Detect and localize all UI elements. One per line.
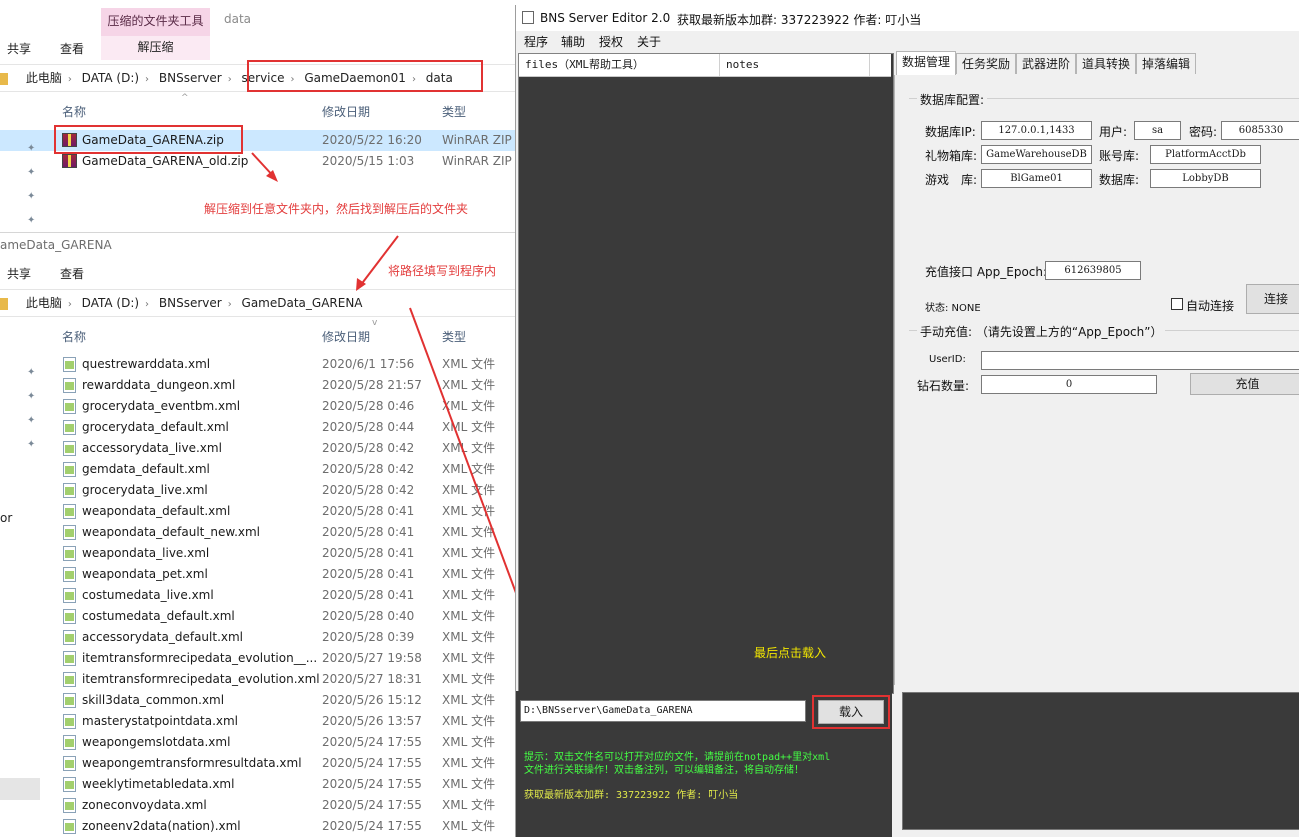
tab-drop-edit[interactable]: 掉落编辑 <box>1136 53 1197 74</box>
manual-recharge-label: 手动充值: （请先设置上方的“App_Epoch”） <box>917 323 1166 340</box>
app-icon <box>522 11 534 24</box>
db-ip-input[interactable]: 127.0.0.1,1433 <box>981 121 1092 140</box>
db-group-label: 数据库配置: <box>917 91 988 108</box>
tab-bar: 数据管理 任务奖励 武器进阶 道具转换 掉落编辑 <box>894 51 1299 75</box>
annotation-load: 最后点击载入 <box>754 646 827 660</box>
arrow-line <box>359 235 399 287</box>
game-db-input[interactable]: BlGame01 <box>981 169 1092 188</box>
list-header: files（XML帮助工具） notes <box>519 54 891 77</box>
menu-about[interactable]: 关于 <box>637 33 661 50</box>
file-list-panel[interactable]: files（XML帮助工具） notes <box>518 53 894 694</box>
game-db-label: 游戏 库: <box>925 173 978 187</box>
diamond-input[interactable]: 0 <box>981 375 1157 394</box>
db-password-label: 密码: <box>1189 125 1218 139</box>
userid-label: UserID: <box>929 354 966 365</box>
window-title-info: 获取最新版本加群: 337223922 作者: 叮小当 <box>677 13 922 27</box>
recharge-button[interactable]: 充值 <box>1190 373 1299 395</box>
tab-item-transform[interactable]: 道具转换 <box>1076 53 1137 74</box>
db-ip-label: 数据库IP: <box>925 125 976 139</box>
menu-program[interactable]: 程序 <box>524 33 548 50</box>
gift-db-input[interactable]: GameWarehouseDB <box>981 145 1092 164</box>
tab-data-management[interactable]: 数据管理 <box>896 51 957 75</box>
diamond-label: 钻石数量: <box>917 379 970 393</box>
path-input[interactable]: D:\BNSserver\GameData_GARENA <box>520 700 806 722</box>
tips-line-2: 文件进行关联操作！双击备注列，可以编辑备注，将自动存储！ <box>524 765 804 776</box>
tab-weapon-upgrade[interactable]: 武器进阶 <box>1016 53 1077 74</box>
title-bar[interactable]: BNS Server Editor 2.0 获取最新版本加群: 33722392… <box>516 5 1299 31</box>
db-password-input[interactable]: 6085330 <box>1221 121 1299 140</box>
app-epoch-input[interactable]: 612639805 <box>1045 261 1141 280</box>
menu-assist[interactable]: 辅助 <box>561 33 585 50</box>
db-user-input[interactable]: sa <box>1134 121 1181 140</box>
auto-connect-checkbox[interactable] <box>1171 298 1183 310</box>
auto-connect-label[interactable]: 自动连接 <box>1186 297 1234 314</box>
recharge-api-label: 充值接口 App_Epoch: <box>925 265 1048 279</box>
arrow-head <box>266 170 278 182</box>
account-db-label: 账号库: <box>1099 149 1140 163</box>
highlight-load-box <box>812 695 890 729</box>
data-management-panel: 数据库配置: 数据库IP: 127.0.0.1,1433 用户: sa 密码: … <box>894 75 1299 685</box>
column-notes[interactable]: notes <box>726 54 759 76</box>
db-user-label: 用户: <box>1099 125 1128 139</box>
bns-editor-window: BNS Server Editor 2.0 获取最新版本加群: 33722392… <box>515 5 1299 837</box>
column-files[interactable]: files（XML帮助工具） <box>525 54 644 76</box>
lobby-db-label: 数据库: <box>1099 173 1140 187</box>
gift-db-label: 礼物箱库: <box>925 149 978 163</box>
connect-button[interactable]: 连接 <box>1246 284 1299 314</box>
window-title: BNS Server Editor 2.0 <box>540 11 671 25</box>
tab-quest-reward[interactable]: 任务奖励 <box>956 53 1017 74</box>
menu-license[interactable]: 授权 <box>599 33 623 50</box>
account-db-input[interactable]: PlatformAcctDb <box>1150 145 1261 164</box>
status-text: 状态: NONE <box>925 303 981 314</box>
group-info: 获取最新版本加群: 337223922 作者: 叮小当 <box>524 790 739 801</box>
log-output <box>902 692 1299 830</box>
bottom-panel: D:\BNSserver\GameData_GARENA 载入 提示：双击文件名… <box>516 691 892 837</box>
column-divider <box>719 54 720 76</box>
userid-input[interactable] <box>981 351 1299 370</box>
lobby-db-input[interactable]: LobbyDB <box>1150 169 1261 188</box>
column-divider <box>869 54 870 76</box>
